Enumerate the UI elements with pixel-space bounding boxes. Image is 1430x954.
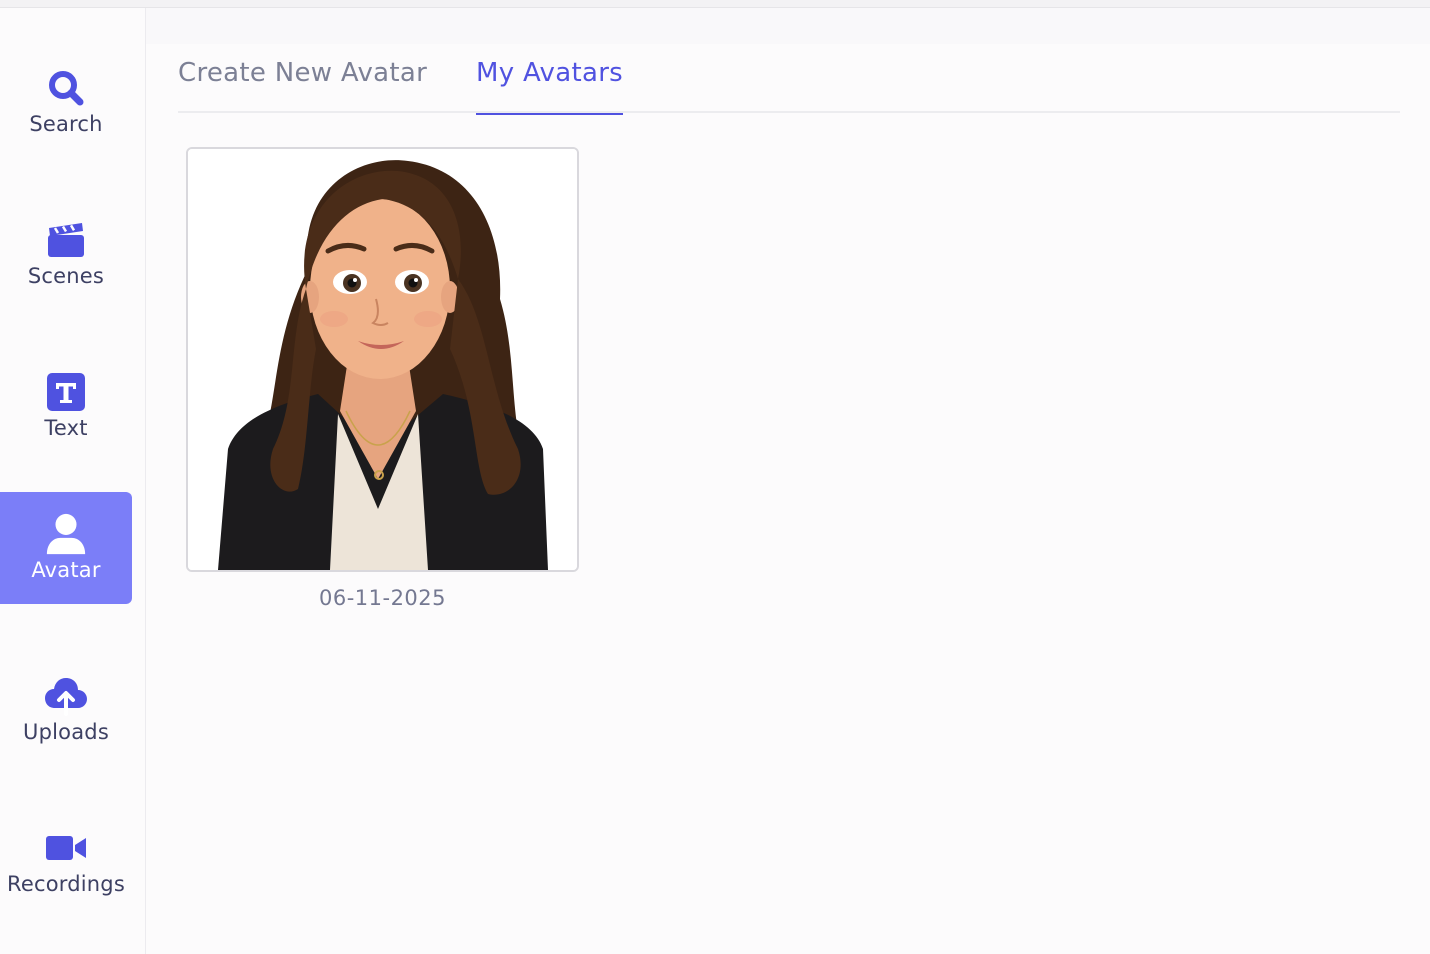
sidebar-item-label: Search — [29, 112, 103, 136]
avatar-card[interactable] — [186, 147, 579, 572]
search-icon — [44, 68, 88, 108]
sidebar-item-recordings[interactable]: Recordings — [0, 806, 132, 918]
sidebar-item-label: Uploads — [23, 720, 109, 744]
text-icon — [44, 372, 88, 412]
sidebar-item-label: Avatar — [31, 558, 101, 582]
sidebar-item-avatar[interactable]: Avatar — [0, 492, 132, 604]
video-camera-icon — [44, 828, 88, 868]
sidebar-item-label: Recordings — [7, 872, 125, 896]
avatar-date: 06-11-2025 — [318, 586, 447, 610]
tab-my-avatars[interactable]: My Avatars — [476, 58, 624, 115]
main-panel: Create New Avatar My Avatars 06-11-2025 — [146, 8, 1430, 954]
user-icon — [44, 513, 88, 555]
avatar-tabs: Create New Avatar My Avatars — [178, 52, 1400, 115]
sidebar-item-text[interactable]: Text — [0, 350, 132, 462]
sidebar-item-label: Text — [44, 416, 88, 440]
tab-create-new-avatar[interactable]: Create New Avatar — [178, 58, 427, 113]
clapperboard-icon — [44, 220, 88, 260]
sidebar-item-uploads[interactable]: Uploads — [0, 654, 132, 766]
sidebar: Search Scenes Text Avatar Uploads Record… — [0, 8, 146, 954]
sidebar-item-search[interactable]: Search — [0, 46, 132, 158]
sidebar-item-label: Scenes — [27, 264, 105, 288]
cloud-upload-icon — [44, 676, 88, 716]
top-bar — [0, 0, 1430, 8]
tabs-header-background — [146, 8, 1430, 44]
avatar-image — [188, 149, 577, 570]
sidebar-item-scenes[interactable]: Scenes — [0, 198, 132, 310]
